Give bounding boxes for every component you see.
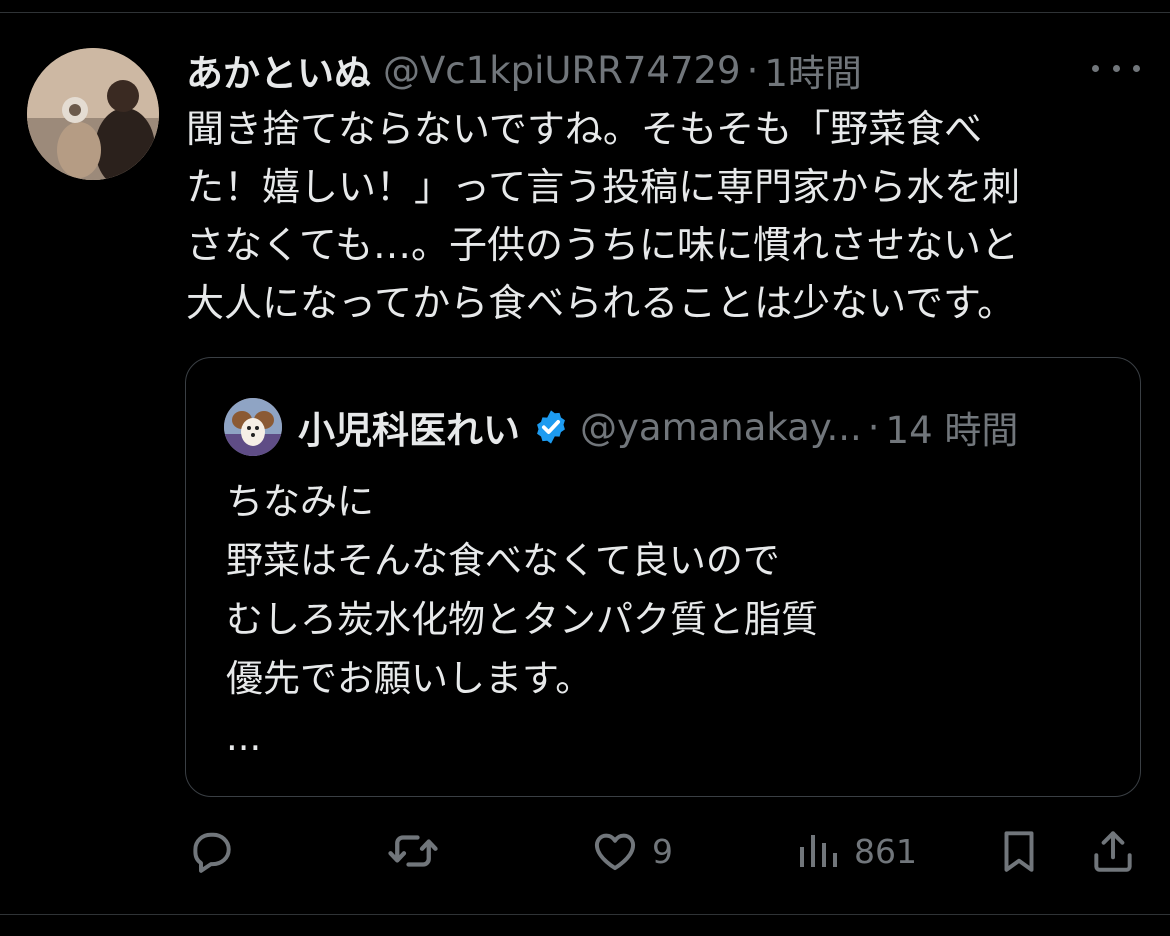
like-count: 9: [652, 831, 673, 871]
bottom-divider: [0, 914, 1170, 915]
verified-badge-icon: [537, 410, 565, 444]
tweet-header: あかといぬ @Vc1kpiURR74729 · 1時間: [186, 42, 1086, 98]
share-icon: [1094, 831, 1132, 872]
header-separator: ·: [746, 48, 759, 92]
quoted-author-handle: @yamanakay...: [580, 405, 862, 449]
quoted-tweet-timestamp: 14 時間: [885, 409, 1019, 452]
heart-icon: [594, 833, 636, 871]
quoted-tweet-text: ちなみに 野菜はそんな食べなくて良いので むしろ炭水化物とタンパク質と脂質 優先…: [226, 480, 818, 759]
quoted-tweet-header: 小児科医れい @yamanakay... · 14 時間: [298, 398, 1128, 456]
author-display-name[interactable]: あかといぬ: [186, 43, 371, 97]
quoted-tweet-card[interactable]: 小児科医れい @yamanakay... · 14 時間 ちなみに 野菜はそんな…: [185, 357, 1141, 797]
reply-icon: [193, 832, 231, 873]
more-horizontal-icon[interactable]: [1092, 56, 1140, 80]
tweet-text: 聞き捨てならないですね。そもそも「野菜食べ た！嬉しい！」って言う投稿に専門家か…: [186, 107, 1021, 325]
top-divider: [0, 12, 1170, 13]
author-handle[interactable]: @Vc1kpiURR74729: [383, 49, 741, 92]
retweet-icon: [388, 835, 438, 867]
retweet-button[interactable]: [386, 822, 452, 880]
views-icon: [800, 835, 837, 867]
views-count: 861: [854, 831, 917, 871]
quoted-header-separator: ·: [867, 405, 880, 449]
author-avatar-image: [27, 48, 159, 180]
quoted-author-avatar: [224, 398, 282, 456]
share-button[interactable]: [1088, 822, 1138, 880]
author-avatar[interactable]: [27, 48, 159, 180]
views-button[interactable]: 861: [794, 822, 917, 880]
tweet-timestamp[interactable]: 1時間: [764, 43, 862, 97]
bookmark-icon: [1004, 831, 1034, 872]
bookmark-button[interactable]: [994, 822, 1044, 880]
quoted-author-avatar-image: [224, 398, 282, 456]
like-button[interactable]: 9: [590, 822, 673, 880]
reply-button[interactable]: [186, 822, 248, 880]
quoted-author-display-name: 小児科医れい: [298, 409, 520, 452]
